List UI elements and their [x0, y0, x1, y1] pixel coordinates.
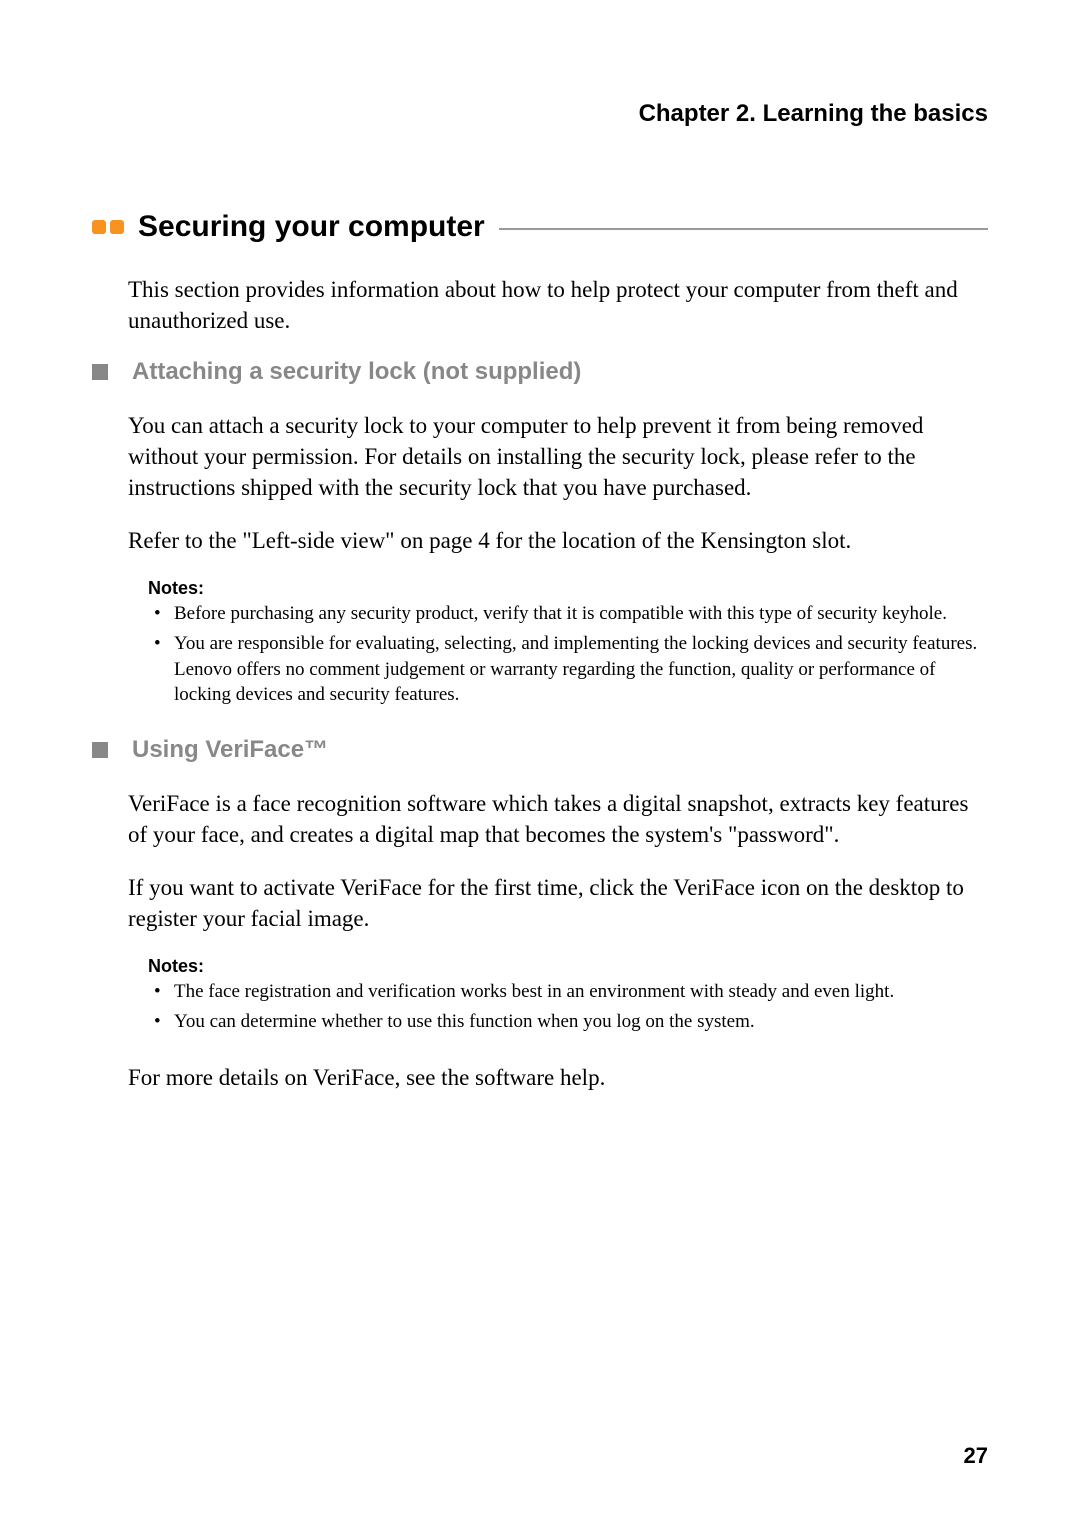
sub2-notes-list: The face registration and verification w… [148, 979, 988, 1034]
section-bullet-icon [92, 220, 124, 234]
sub2-notes-block: Notes: The face registration and verific… [148, 956, 988, 1034]
subsection-1-heading: Attaching a security lock (not supplied) [92, 358, 988, 386]
title-rule [499, 228, 988, 230]
chapter-header: Chapter 2. Learning the basics [92, 100, 988, 128]
page-number: 27 [964, 1443, 988, 1469]
square-bullet-icon [92, 742, 108, 758]
sub1-notes-list: Before purchasing any security product, … [148, 601, 988, 708]
list-item: Before purchasing any security product, … [148, 601, 988, 627]
list-item: The face registration and verification w… [148, 979, 988, 1005]
section-title: Securing your computer [138, 210, 485, 244]
sub1-paragraph-2: Refer to the "Left-side view" on page 4 … [128, 525, 988, 556]
intro-paragraph: This section provides information about … [128, 274, 988, 336]
sub2-paragraph-3: For more details on VeriFace, see the so… [128, 1062, 988, 1093]
list-item: You are responsible for evaluating, sele… [148, 631, 988, 708]
notes-label: Notes: [148, 578, 988, 599]
subsection-2-heading: Using VeriFace™ [92, 736, 988, 764]
square-bullet-icon [92, 364, 108, 380]
subsection-2-title: Using VeriFace™ [132, 736, 328, 764]
sub1-paragraph-1: You can attach a security lock to your c… [128, 410, 988, 503]
sub2-paragraph-1: VeriFace is a face recognition software … [128, 788, 988, 850]
notes-label: Notes: [148, 956, 988, 977]
list-item: You can determine whether to use this fu… [148, 1009, 988, 1035]
section-title-row: Securing your computer [92, 210, 988, 244]
sub1-notes-block: Notes: Before purchasing any security pr… [148, 578, 988, 708]
sub2-paragraph-2: If you want to activate VeriFace for the… [128, 872, 988, 934]
document-page: Chapter 2. Learning the basics Securing … [0, 0, 1080, 1175]
subsection-1-title: Attaching a security lock (not supplied) [132, 358, 581, 386]
